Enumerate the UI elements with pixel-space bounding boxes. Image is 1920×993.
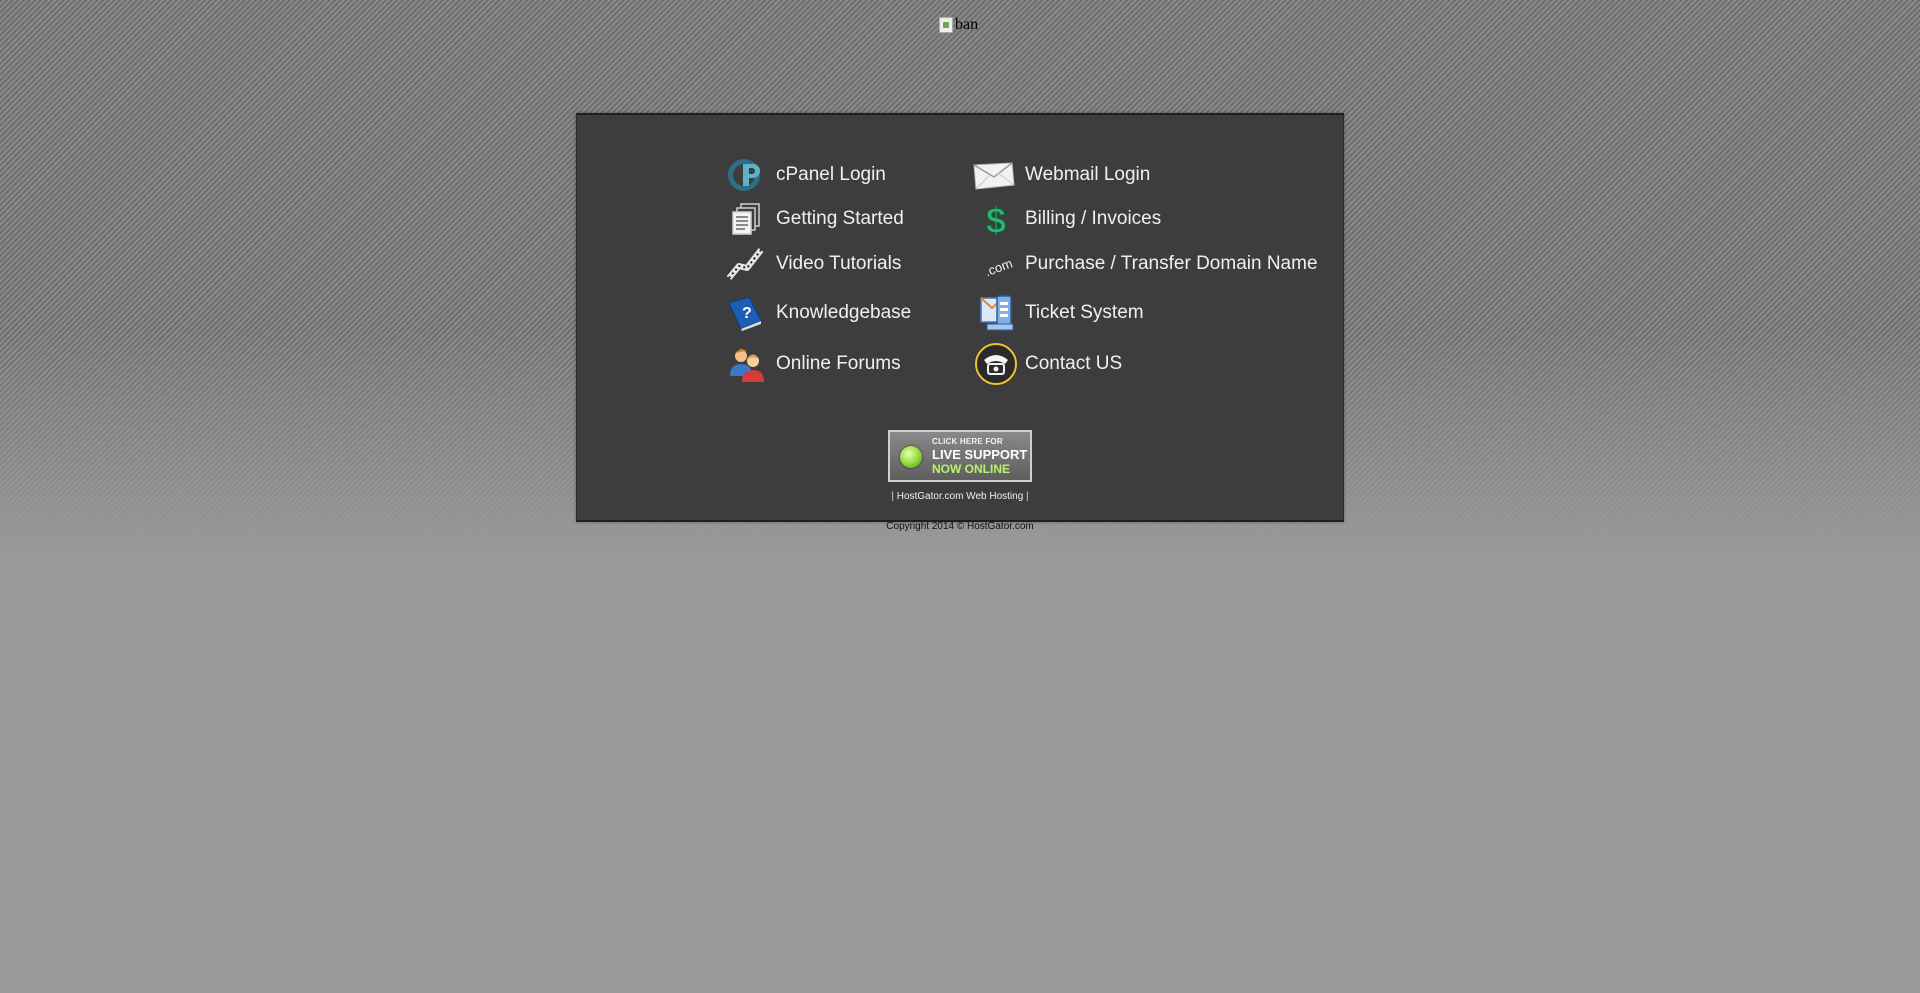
ticket-mail-icon [976,291,1020,335]
footer-separator-right: | [1023,491,1029,502]
dot-com-text: .com [983,256,1015,280]
dollar-icon: $ [976,197,1020,241]
hostgator-web-hosting-link[interactable]: HostGator.com Web Hosting [897,491,1024,502]
getting-started-link[interactable]: Getting Started [723,201,923,237]
getting-started-label: Getting Started [776,208,904,229]
footer-links: | HostGator.com Web Hosting | [576,491,1344,502]
dot-com-icon: .com [976,242,1020,286]
banner-alt-text: ban [955,16,979,33]
billing-invoices-label: Billing / Invoices [1025,208,1162,229]
video-tutorials-label: Video Tutorials [776,253,902,274]
knowledgebase-label: Knowledgebase [776,302,912,323]
purchase-transfer-domain-link[interactable]: .com Purchase / Transfer Domain Name [972,246,1332,282]
live-support-line3: NOW ONLINE [932,462,1010,476]
contact-us-label: Contact US [1025,353,1123,374]
webmail-login-label: Webmail Login [1025,164,1151,185]
video-tutorials-link[interactable]: Video Tutorials [723,246,923,282]
users-icon [725,342,769,386]
cpanel-login-link[interactable]: cPanel Login [723,157,923,193]
cpanel-login-label: cPanel Login [776,164,886,185]
live-support-line1: CLICK HERE FOR [932,437,1003,446]
envelope-icon [972,153,1016,197]
online-status-light-icon [900,446,922,468]
ticket-system-link[interactable]: Ticket System [972,295,1172,331]
film-strip-icon [723,242,767,286]
help-book-icon: ? [723,291,767,335]
webmail-login-link[interactable]: Webmail Login [972,157,1172,193]
online-forums-label: Online Forums [776,353,901,374]
svg-text:?: ? [742,305,752,322]
copyright-text: Copyright 2014 © HostGator.com [886,521,1034,532]
live-support-button[interactable]: CLICK HERE FOR LIVE SUPPORT NOW ONLINE [888,430,1032,482]
live-support-line2: LIVE SUPPORT [932,447,1028,462]
online-forums-link[interactable]: Online Forums [723,346,923,382]
broken-image-icon [939,17,953,33]
billing-invoices-link[interactable]: $ Billing / Invoices [972,200,1172,240]
cpanel-logo-icon [723,153,767,197]
ticket-system-label: Ticket System [1025,302,1144,323]
telephone-icon [974,342,1018,386]
contact-us-link[interactable]: Contact US [972,343,1172,385]
documents-icon [725,197,769,241]
knowledgebase-link[interactable]: ? Knowledgebase [723,295,943,331]
purchase-transfer-domain-label: Purchase / Transfer Domain Name [1025,253,1318,274]
svg-text:$: $ [986,200,1006,239]
banner-image: ban [939,16,978,34]
